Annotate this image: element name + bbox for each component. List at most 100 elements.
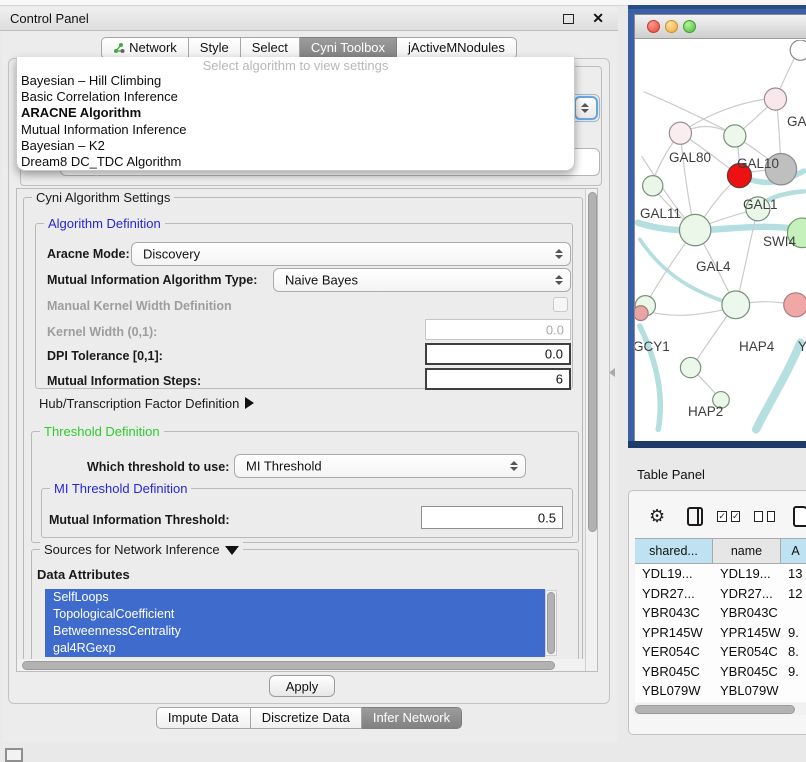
table-row[interactable]: YDL19...YDL19...13 <box>635 564 806 584</box>
window-close-icon[interactable] <box>647 20 660 33</box>
tab-cyni-toolbox-label: Cyni Toolbox <box>311 40 385 55</box>
node-label: Y <box>798 339 806 354</box>
table-row[interactable]: YPR145WYPR145W9. <box>635 623 806 643</box>
network-node[interactable] <box>790 40 806 60</box>
attribute-item[interactable]: BetweennessCentrality <box>45 623 545 640</box>
manual-kernel-label: Manual Kernel Width Definition <box>47 299 232 313</box>
attribute-item[interactable]: gal4RGexp <box>45 640 545 657</box>
window-zoom-icon[interactable] <box>683 20 696 33</box>
table-toolbar: ⚙ ✓ ✓ <box>629 499 806 533</box>
column-header-name[interactable]: name <box>713 539 781 563</box>
combo-stepper-icon <box>510 461 518 471</box>
tab-impute-data-label: Impute Data <box>168 710 239 725</box>
node-label: HAP2 <box>688 404 723 419</box>
attribute-item[interactable]: SelfLoops <box>45 589 545 606</box>
algorithm-option[interactable]: Mutual Information Inference <box>17 122 574 138</box>
data-attributes-list[interactable]: SelfLoops TopologicalCoefficient Between… <box>45 589 545 657</box>
gear-icon[interactable]: ⚙ <box>649 506 665 527</box>
which-threshold-value: MI Threshold <box>246 459 322 474</box>
network-node-gal80[interactable] <box>669 122 691 144</box>
network-node-hap2[interactable] <box>680 357 700 377</box>
table-horizontal-scrollbar[interactable] <box>633 703 806 715</box>
column-header-partial[interactable]: A <box>781 539 806 563</box>
mi-type-label: Mutual Information Algorithm Type: <box>47 273 257 287</box>
threshold-definition-title: Threshold Definition <box>40 424 164 439</box>
table-row[interactable]: YBL079WYBL079W <box>635 681 806 701</box>
tab-infer-network[interactable]: Infer Network <box>362 707 462 729</box>
algorithm-option[interactable]: Basic Correlation Inference <box>17 89 574 105</box>
kernel-width-field[interactable]: 0.0 <box>425 319 571 340</box>
table-row[interactable]: YLR345WYLR345W9. <box>635 701 806 703</box>
tab-jactivemnodules-label: jActiveMNodules <box>408 40 505 55</box>
algorithm-select-stepper[interactable] <box>574 96 598 120</box>
close-icon[interactable]: ✕ <box>592 10 604 27</box>
bottom-tabs: Impute Data Discretize Data Infer Networ… <box>0 707 618 729</box>
float-panel-icon[interactable] <box>563 14 574 24</box>
node-label: GAL <box>787 114 806 129</box>
node-label: GAL11 <box>640 206 681 221</box>
tab-cyni-toolbox[interactable]: Cyni Toolbox <box>300 37 397 59</box>
deselect-all-icon[interactable] <box>767 511 775 522</box>
attribute-item[interactable]: TopologicalCoefficient <box>45 606 545 623</box>
mi-threshold-group-title: MI Threshold Definition <box>50 481 191 496</box>
kernel-width-label: Kernel Width (0,1): <box>47 325 157 339</box>
which-threshold-label: Which threshold to use: <box>87 460 229 474</box>
algorithm-option[interactable]: Bayesian – K2 <box>17 138 574 154</box>
settings-horizontal-scrollbar[interactable] <box>17 659 585 672</box>
mi-type-select[interactable]: Naive Bayes <box>273 268 571 292</box>
window-minimize-icon[interactable] <box>665 20 678 33</box>
which-threshold-select[interactable]: MI Threshold <box>234 454 526 478</box>
network-window-titlebar[interactable] <box>635 15 806 39</box>
hub-definition-toggle[interactable]: Hub/Transcription Factor Definition <box>39 396 254 411</box>
dpi-tolerance-label: DPI Tolerance [0,1]: <box>47 349 163 363</box>
select-all-check-icon[interactable]: ✓ <box>717 511 727 522</box>
tab-discretize-data-label: Discretize Data <box>262 710 350 725</box>
manual-kernel-checkbox[interactable] <box>553 297 568 312</box>
control-panel-tabs: Network Style Select Cyni Toolbox jActiv… <box>0 37 618 59</box>
settings-vertical-scrollbar[interactable] <box>585 189 598 671</box>
network-node-pink[interactable] <box>784 293 806 317</box>
network-view-panel: GAL GAL80 GAL10 GAL1 GAL11 SWI4 GAL4 GCY… <box>628 5 806 448</box>
tab-impute-data[interactable]: Impute Data <box>156 707 251 729</box>
algorithm-dropdown-popup: Select algorithm to view settings Bayesi… <box>16 57 575 171</box>
node-label: HAP4 <box>739 339 774 354</box>
network-node-gal11[interactable] <box>643 176 663 196</box>
deselect-all-icon[interactable] <box>754 511 762 522</box>
network-node-hap4[interactable] <box>722 291 750 319</box>
network-canvas[interactable]: GAL GAL80 GAL10 GAL1 GAL11 SWI4 GAL4 GCY… <box>635 40 806 446</box>
algorithm-option[interactable]: Dream8 DC_TDC Algorithm <box>17 154 574 170</box>
node-label: GAL10 <box>737 156 779 171</box>
network-node-gal10[interactable] <box>724 125 746 147</box>
tab-select[interactable]: Select <box>241 37 300 59</box>
algorithm-option[interactable]: Bayesian – Hill Climbing <box>17 73 574 89</box>
aracne-mode-select[interactable]: Discovery <box>131 242 571 266</box>
attribute-list-scrollbar[interactable] <box>545 590 557 656</box>
table-row[interactable]: YBR043CYBR043C <box>635 603 806 623</box>
select-all-check-icon[interactable]: ✓ <box>731 511 741 522</box>
dpi-tolerance-field[interactable]: 0.0 <box>425 343 571 365</box>
table-row[interactable]: YBR045CYBR045C9. <box>635 662 806 682</box>
algorithm-definition-title: Algorithm Definition <box>44 216 165 231</box>
combo-stepper-icon <box>555 249 563 259</box>
apply-button[interactable]: Apply <box>269 675 335 697</box>
tab-style[interactable]: Style <box>189 37 241 59</box>
algorithm-option-selected[interactable]: ARACNE Algorithm <box>17 105 574 121</box>
tab-select-label: Select <box>252 40 288 55</box>
tab-discretize-data[interactable]: Discretize Data <box>251 707 362 729</box>
mi-threshold-field[interactable]: 0.5 <box>421 506 563 529</box>
network-node[interactable] <box>635 306 648 321</box>
table-panel-title: Table Panel <box>637 467 705 482</box>
export-table-icon[interactable] <box>793 506 806 527</box>
table-row[interactable]: YDR27...YDR27...12 <box>635 584 806 604</box>
tab-network[interactable]: Network <box>101 37 189 59</box>
settings-scroll-area: Cyni Algorithm Settings Algorithm Defini… <box>16 188 598 672</box>
network-node-gal4[interactable] <box>679 214 710 245</box>
mi-steps-field[interactable]: 6 <box>425 368 571 390</box>
column-header-shared-name[interactable]: shared... <box>635 539 713 563</box>
network-node-gal[interactable] <box>764 88 786 110</box>
dock-panel-icon[interactable] <box>5 748 23 762</box>
tab-jactivemnodules[interactable]: jActiveMNodules <box>397 37 517 59</box>
sources-group-title[interactable]: Sources for Network Inference <box>40 542 243 557</box>
columns-icon[interactable] <box>687 507 703 526</box>
table-row[interactable]: YER054CYER054C8. <box>635 642 806 662</box>
